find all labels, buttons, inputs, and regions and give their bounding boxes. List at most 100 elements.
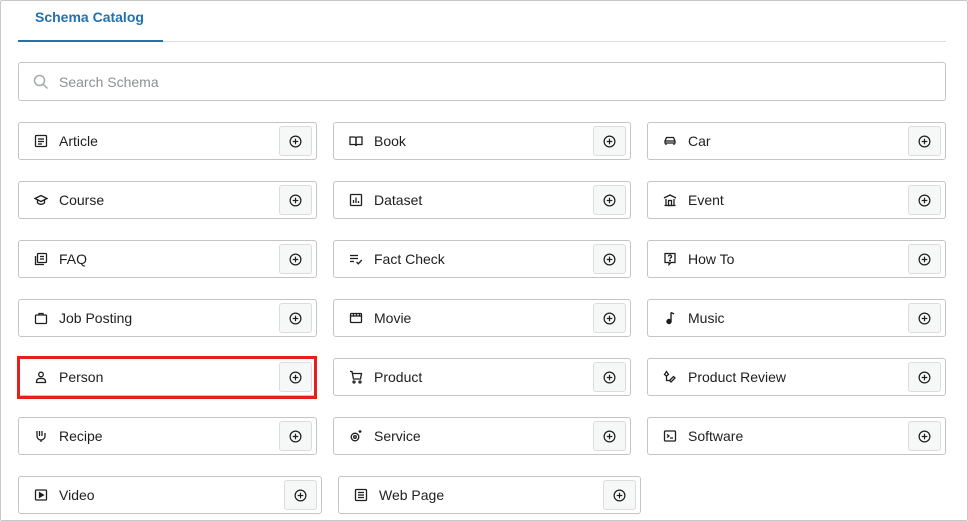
add-schema-button[interactable] (908, 421, 941, 451)
schema-label: Software (688, 428, 744, 444)
search-box[interactable] (18, 62, 946, 101)
schema-card-how-to[interactable]: How To (647, 240, 946, 278)
help-icon (662, 251, 678, 267)
terminal-icon (662, 428, 678, 444)
schema-label: Video (59, 487, 95, 503)
schema-label: Fact Check (374, 251, 445, 267)
document-icon (33, 133, 49, 149)
schema-card-faq[interactable]: FAQ (18, 240, 317, 278)
service-gear-icon (348, 428, 364, 444)
add-schema-button[interactable] (279, 126, 312, 156)
add-schema-button[interactable] (908, 244, 941, 274)
review-icon (662, 369, 678, 385)
add-schema-button[interactable] (908, 185, 941, 215)
add-schema-button[interactable] (603, 480, 636, 510)
add-schema-button[interactable] (279, 421, 312, 451)
plus-circle-icon (918, 253, 931, 265)
tab-schema-catalog[interactable]: Schema Catalog (18, 0, 163, 42)
plus-circle-icon (289, 371, 302, 383)
chef-hand-icon (33, 428, 49, 444)
schema-label: Dataset (374, 192, 423, 208)
add-schema-button[interactable] (908, 362, 941, 392)
schema-card-movie[interactable]: Movie (333, 299, 631, 337)
plus-circle-icon (918, 312, 931, 324)
faq-icon (33, 251, 49, 267)
add-schema-button[interactable] (279, 185, 312, 215)
plus-circle-icon (613, 489, 626, 501)
schema-label: Car (688, 133, 711, 149)
search-input[interactable] (59, 73, 859, 90)
building-icon (662, 192, 678, 208)
add-schema-button[interactable] (593, 362, 626, 392)
add-schema-button[interactable] (593, 421, 626, 451)
schema-card-software[interactable]: Software (647, 417, 946, 455)
plus-circle-icon (289, 194, 302, 206)
schema-card-job-posting[interactable]: Job Posting (18, 299, 317, 337)
graduation-cap-icon (33, 192, 49, 208)
schema-card-video[interactable]: Video (18, 476, 322, 514)
schema-label: Person (59, 369, 104, 385)
plus-circle-icon (289, 135, 302, 147)
schema-label: Web Page (379, 487, 445, 503)
add-schema-button[interactable] (593, 303, 626, 333)
plus-circle-icon (289, 312, 302, 324)
plus-circle-icon (918, 135, 931, 147)
schema-card-person[interactable]: Person (18, 358, 317, 396)
schema-card-music[interactable]: Music (647, 299, 946, 337)
schema-card-article[interactable]: Article (18, 122, 317, 160)
music-note-icon (662, 310, 678, 326)
schema-label: FAQ (59, 251, 88, 267)
schema-label: Job Posting (59, 310, 133, 326)
plus-circle-icon (289, 253, 302, 265)
add-schema-button[interactable] (593, 185, 626, 215)
add-schema-button[interactable] (908, 126, 941, 156)
car-icon (662, 133, 678, 149)
film-icon (348, 310, 364, 326)
add-schema-button[interactable] (279, 303, 312, 333)
schema-label: Article (59, 133, 98, 149)
search-icon (33, 74, 49, 89)
schema-card-dataset[interactable]: Dataset (333, 181, 631, 219)
schema-label: Product (374, 369, 423, 385)
plus-circle-icon (918, 430, 931, 442)
schema-card-car[interactable]: Car (647, 122, 946, 160)
plus-circle-icon (603, 371, 616, 383)
schema-card-book[interactable]: Book (333, 122, 631, 160)
schema-card-product-review[interactable]: Product Review (647, 358, 946, 396)
plus-circle-icon (918, 371, 931, 383)
schema-label: Product Review (688, 369, 787, 385)
add-schema-button[interactable] (593, 244, 626, 274)
schema-card-recipe[interactable]: Recipe (18, 417, 317, 455)
chart-icon (348, 192, 364, 208)
add-schema-button[interactable] (593, 126, 626, 156)
schema-label: How To (688, 251, 735, 267)
add-schema-button[interactable] (284, 480, 317, 510)
schema-card-product[interactable]: Product (333, 358, 631, 396)
person-icon (33, 369, 49, 385)
schema-card-course[interactable]: Course (18, 181, 317, 219)
web-page-icon (353, 487, 369, 503)
video-icon (33, 487, 49, 503)
plus-circle-icon (289, 430, 302, 442)
add-schema-button[interactable] (279, 244, 312, 274)
briefcase-icon (33, 310, 49, 326)
plus-circle-icon (603, 194, 616, 206)
plus-circle-icon (603, 253, 616, 265)
schema-label: Course (59, 192, 105, 208)
schema-card-fact-check[interactable]: Fact Check (333, 240, 631, 278)
schema-label: Recipe (59, 428, 103, 444)
schema-label: Event (688, 192, 724, 208)
add-schema-button[interactable] (908, 303, 941, 333)
schema-card-event[interactable]: Event (647, 181, 946, 219)
cart-icon (348, 369, 364, 385)
checklist-icon (348, 251, 364, 267)
add-schema-button[interactable] (279, 362, 312, 392)
schema-card-service[interactable]: Service (333, 417, 631, 455)
tab-bar: Schema Catalog (18, 0, 946, 42)
schema-label: Book (374, 133, 406, 149)
plus-circle-icon (294, 489, 307, 501)
plus-circle-icon (918, 194, 931, 206)
schema-label: Music (688, 310, 725, 326)
schema-card-web-page[interactable]: Web Page (338, 476, 641, 514)
plus-circle-icon (603, 135, 616, 147)
